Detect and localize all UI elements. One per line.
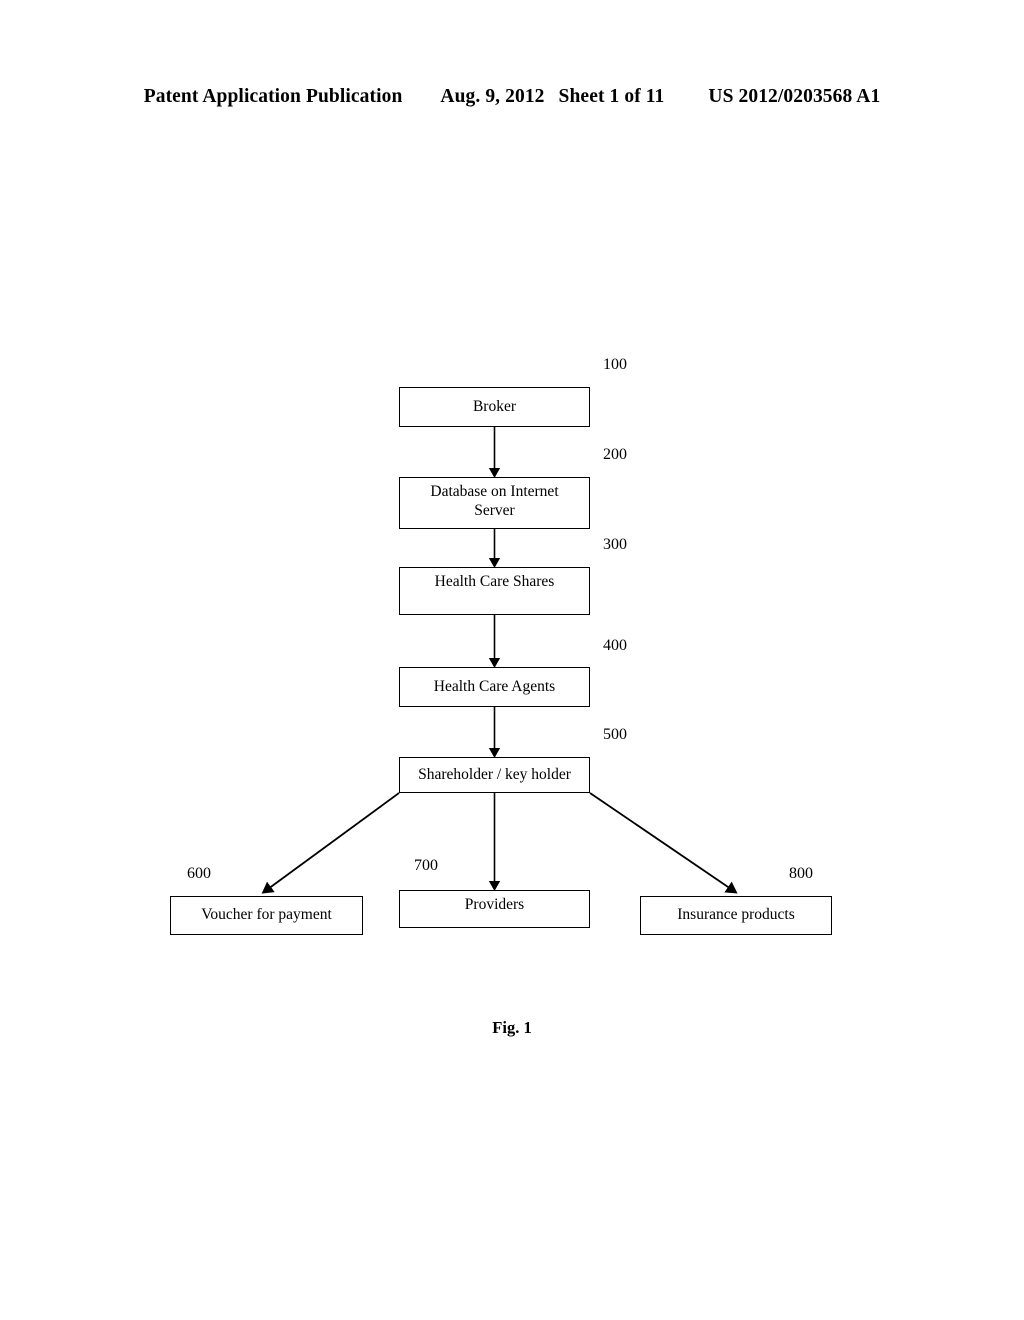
node-health-care-shares-label: Health Care Shares: [434, 573, 555, 590]
refnum-700: 700: [414, 857, 438, 874]
refnum-100: 100: [603, 356, 627, 373]
node-voucher-for-payment[interactable]: Voucher for payment: [170, 896, 363, 935]
node-health-care-shares[interactable]: Health Care Shares: [399, 567, 590, 615]
node-shareholder-key-holder-label: Shareholder / key holder: [418, 765, 571, 783]
refnum-800: 800: [789, 865, 813, 882]
node-voucher-for-payment-label: Voucher for payment: [201, 906, 332, 924]
edge-shareholder-to-insurance: [589, 792, 738, 894]
edge-shareholder-to-voucher: [261, 792, 400, 894]
refnum-500: 500: [603, 726, 627, 743]
refnum-600: 600: [187, 865, 211, 882]
node-insurance-products-label: Insurance products: [677, 906, 795, 924]
node-shareholder-key-holder[interactable]: Shareholder / key holder: [399, 757, 590, 793]
node-providers-label: Providers: [464, 896, 525, 913]
node-providers[interactable]: Providers: [399, 890, 590, 928]
patent-drawing-page: Patent Application Publication Aug. 9, 2…: [0, 0, 1024, 1320]
flowchart-connectors: [261, 427, 738, 894]
refnum-400: 400: [603, 637, 627, 654]
node-broker[interactable]: Broker: [399, 387, 590, 427]
refnum-200: 200: [603, 446, 627, 463]
node-database-on-internet-server-label: Database on Internet Server: [430, 483, 559, 519]
node-insurance-products[interactable]: Insurance products: [640, 896, 832, 935]
node-health-care-agents[interactable]: Health Care Agents: [399, 667, 590, 707]
node-database-on-internet-server[interactable]: Database on Internet Server: [399, 477, 590, 529]
node-health-care-agents-label: Health Care Agents: [433, 677, 556, 695]
refnum-300: 300: [603, 536, 627, 553]
node-broker-label: Broker: [472, 397, 517, 415]
